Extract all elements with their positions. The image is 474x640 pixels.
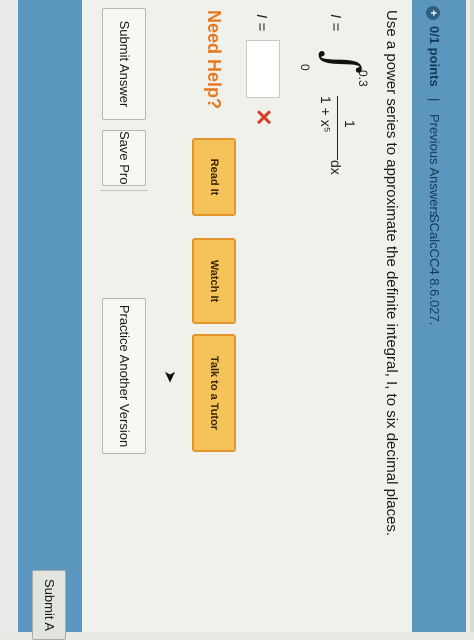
watch-it-button[interactable]: Watch It [192, 238, 236, 324]
assignment-footer: Submit A [18, 0, 82, 640]
integral-lower-limit: 0 [298, 64, 312, 71]
fraction-bar [337, 96, 338, 160]
bottom-margin [0, 0, 18, 632]
question-header: + 0/1 points | Previous Answers SCalcCC4… [412, 0, 466, 632]
answer-input[interactable] [246, 40, 280, 98]
x-mark-icon: ✕ [251, 108, 276, 127]
plus-circle-icon[interactable]: + [426, 6, 440, 20]
read-it-button[interactable]: Read It [192, 138, 236, 216]
page-edge [470, 0, 474, 632]
photographed-screen: + 0/1 points | Previous Answers SCalcCC4… [0, 0, 474, 640]
integral-variable: I = [327, 14, 344, 32]
fraction-denominator: 1 + x⁵ [318, 96, 334, 133]
integral-upper-limit: 0.3 [356, 70, 370, 87]
points-label: 0/1 points [427, 26, 442, 87]
previous-answers-link[interactable]: Previous Answers [427, 114, 442, 217]
answer-label: I = [253, 14, 270, 32]
practice-another-version-button[interactable]: Practice Another Version [102, 298, 146, 454]
problem-code: SCalcCC4 8.6.027. [427, 214, 442, 326]
fraction-numerator: 1 [342, 120, 358, 128]
submit-assignment-button[interactable]: Submit A [32, 570, 66, 640]
mouse-pointer-icon: ➤ [161, 370, 178, 384]
save-progress-button[interactable]: Save Progress [102, 130, 146, 186]
question-text: Use a power series to approximate the de… [383, 10, 400, 537]
talk-to-tutor-button[interactable]: Talk to a Tutor [192, 334, 236, 452]
need-help-label: Need Help? [204, 10, 224, 110]
button-divider [100, 190, 148, 191]
submit-answer-button[interactable]: Submit Answer [102, 8, 146, 120]
question-panel: Use a power series to approximate the de… [82, 0, 412, 632]
integral-differential: dx [328, 160, 344, 175]
header-separator: | [427, 98, 442, 102]
